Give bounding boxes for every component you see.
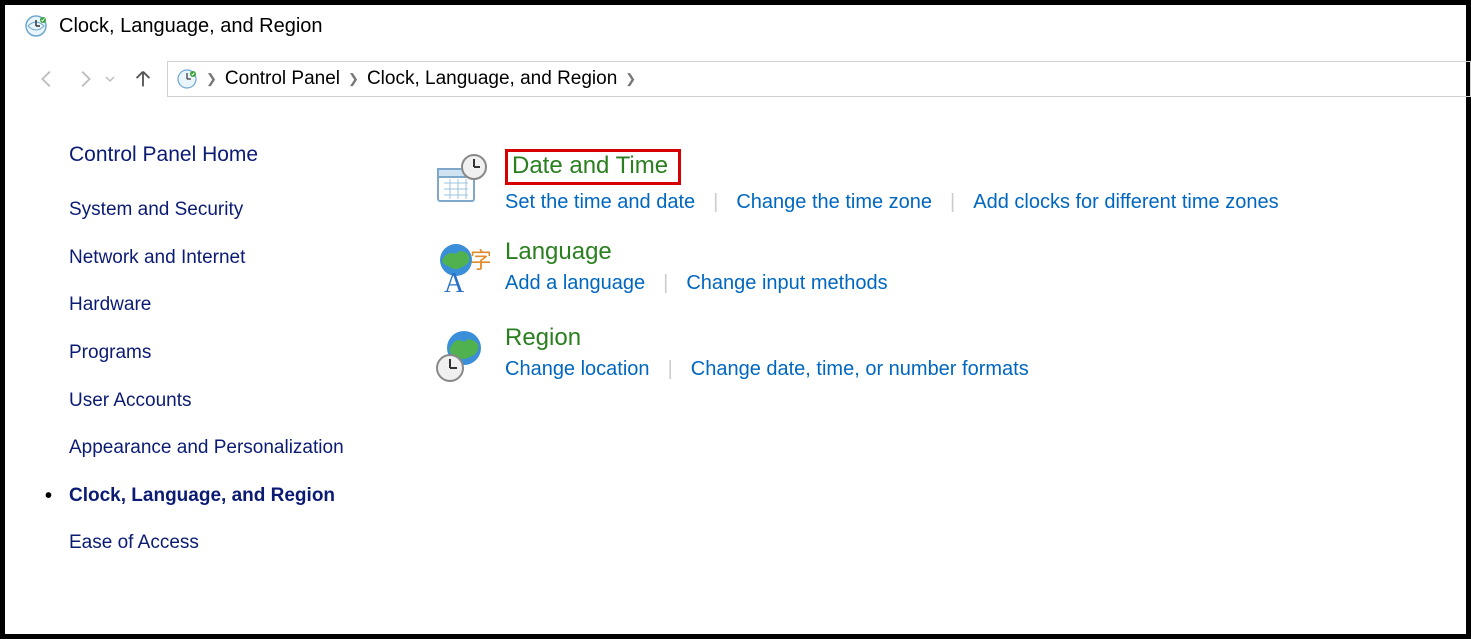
sidebar: Control Panel Home System and Security N… (5, 143, 415, 578)
sidebar-home-link[interactable]: Control Panel Home (69, 143, 385, 167)
nav-bar: ❯ Control Panel ❯ Clock, Language, and R… (5, 43, 1466, 107)
address-bar-icon (176, 68, 198, 90)
category-date-time: Date and Time Set the time and date | Ch… (415, 149, 1466, 214)
history-dropdown[interactable] (103, 74, 117, 84)
link-add-clocks[interactable]: Add clocks for different time zones (973, 191, 1278, 214)
window-icon (23, 13, 49, 39)
link-set-time-date[interactable]: Set the time and date (505, 191, 695, 214)
link-separator: | (950, 191, 955, 214)
language-globe-icon: 字 A (415, 238, 505, 300)
up-button[interactable] (129, 65, 157, 93)
link-change-location[interactable]: Change location (505, 358, 650, 381)
back-button[interactable] (33, 65, 61, 93)
link-change-input-methods[interactable]: Change input methods (686, 272, 887, 295)
sidebar-item-ease-of-access[interactable]: Ease of Access (69, 530, 385, 556)
address-bar[interactable]: ❯ Control Panel ❯ Clock, Language, and R… (167, 61, 1471, 97)
chevron-right-icon: ❯ (348, 71, 359, 87)
link-separator: | (663, 272, 668, 295)
breadcrumb-item[interactable]: Clock, Language, and Region (367, 68, 617, 90)
sidebar-item-user-accounts[interactable]: User Accounts (69, 388, 385, 414)
category-title-date-time[interactable]: Date and Time (505, 149, 681, 185)
link-change-formats[interactable]: Change date, time, or number formats (691, 358, 1029, 381)
window-title: Clock, Language, and Region (59, 15, 323, 38)
category-title-language[interactable]: Language (505, 238, 612, 266)
sidebar-item-clock-language-region[interactable]: Clock, Language, and Region (69, 483, 385, 509)
sidebar-item-hardware[interactable]: Hardware (69, 292, 385, 318)
link-add-language[interactable]: Add a language (505, 272, 645, 295)
svg-text:字: 字 (470, 248, 490, 273)
svg-text:A: A (444, 268, 465, 299)
breadcrumb: ❯ Control Panel ❯ Clock, Language, and R… (206, 68, 636, 90)
link-change-time-zone[interactable]: Change the time zone (736, 191, 932, 214)
forward-button[interactable] (71, 65, 99, 93)
content-area: Control Panel Home System and Security N… (5, 107, 1466, 578)
title-bar: Clock, Language, and Region (5, 5, 1466, 43)
sidebar-item-system-security[interactable]: System and Security (69, 197, 385, 223)
calendar-clock-icon (415, 149, 505, 214)
breadcrumb-item[interactable]: Control Panel (225, 68, 340, 90)
main-panel: Date and Time Set the time and date | Ch… (415, 143, 1466, 578)
link-separator: | (668, 358, 673, 381)
region-globe-clock-icon (415, 324, 505, 386)
category-language: 字 A Language Add a language | Change inp… (415, 238, 1466, 300)
chevron-right-icon: ❯ (206, 71, 217, 87)
sidebar-item-appearance[interactable]: Appearance and Personalization (69, 435, 385, 461)
category-region: Region Change location | Change date, ti… (415, 324, 1466, 386)
sidebar-item-programs[interactable]: Programs (69, 340, 385, 366)
sidebar-item-network-internet[interactable]: Network and Internet (69, 245, 385, 271)
category-title-region[interactable]: Region (505, 324, 581, 352)
chevron-right-icon: ❯ (625, 71, 636, 87)
link-separator: | (713, 191, 718, 214)
